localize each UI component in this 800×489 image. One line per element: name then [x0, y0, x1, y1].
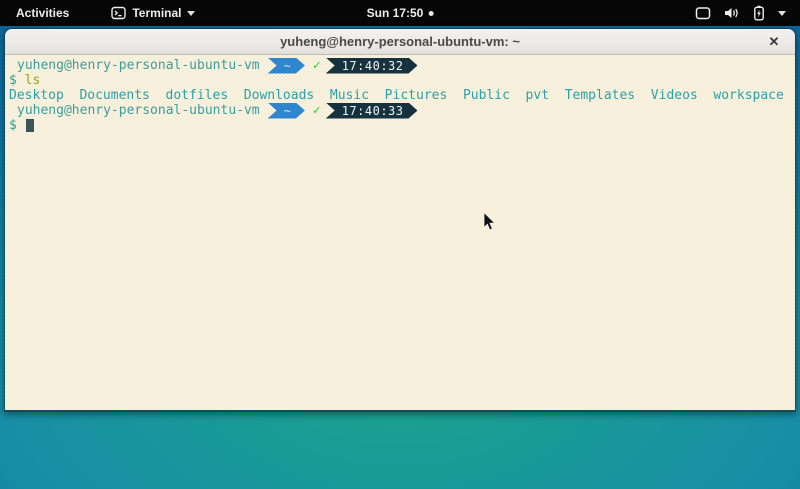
ls-output: Desktop Documents dotfiles Downloads Mus…	[9, 88, 784, 103]
powerline-time-segment: 17:40:32	[326, 58, 418, 74]
notification-dot	[428, 11, 433, 16]
clock-label: Sun 17:50	[367, 6, 424, 20]
chevron-down-icon	[778, 11, 786, 16]
ls-output-line: Desktop Documents dotfiles Downloads Mus…	[9, 88, 795, 103]
prompt-line: yuheng@henry-personal-ubuntu-vm ~ ✓ 17:4…	[9, 58, 795, 73]
desktop: Activities Terminal Sun 17:50	[0, 0, 800, 489]
activities-button[interactable]: Activities	[10, 4, 75, 22]
display-icon	[695, 6, 711, 20]
prompt-sigil: $	[9, 118, 17, 133]
volume-icon	[724, 6, 740, 20]
prompt-line: yuheng@henry-personal-ubuntu-vm ~ ✓ 17:4…	[9, 103, 795, 118]
terminal-content[interactable]: yuheng@henry-personal-ubuntu-vm ~ ✓ 17:4…	[5, 55, 795, 410]
app-menu-terminal[interactable]: Terminal	[105, 4, 201, 22]
powerline-time-segment: 17:40:33	[326, 103, 418, 119]
command-text: ls	[17, 73, 40, 88]
spacer	[17, 118, 25, 133]
status-check-icon: ✓	[313, 58, 321, 73]
window-title: yuheng@henry-personal-ubuntu-vm: ~	[280, 34, 520, 49]
text-cursor	[26, 119, 34, 132]
terminal-window: yuheng@henry-personal-ubuntu-vm: ~ ✕ yuh…	[4, 28, 796, 412]
system-tray[interactable]	[689, 0, 792, 26]
chevron-down-icon	[187, 11, 195, 16]
powerline-path-segment: ~	[268, 58, 305, 74]
prompt-sigil: $	[9, 73, 17, 88]
command-line: $	[9, 118, 795, 133]
prompt-user: yuheng@henry-personal-ubuntu-vm	[17, 103, 260, 118]
app-menu-label: Terminal	[132, 6, 181, 20]
top-bar: Activities Terminal Sun 17:50	[0, 0, 800, 26]
powerline-path-segment: ~	[268, 103, 305, 119]
close-button[interactable]: ✕	[765, 33, 783, 51]
command-line: $ ls	[9, 73, 795, 88]
battery-charging-icon	[753, 5, 765, 21]
clock-button[interactable]: Sun 17:50	[359, 0, 442, 26]
prompt-user: yuheng@henry-personal-ubuntu-vm	[17, 58, 260, 73]
status-check-icon: ✓	[313, 103, 321, 118]
terminal-app-icon	[111, 6, 126, 20]
window-titlebar[interactable]: yuheng@henry-personal-ubuntu-vm: ~ ✕	[5, 29, 795, 55]
